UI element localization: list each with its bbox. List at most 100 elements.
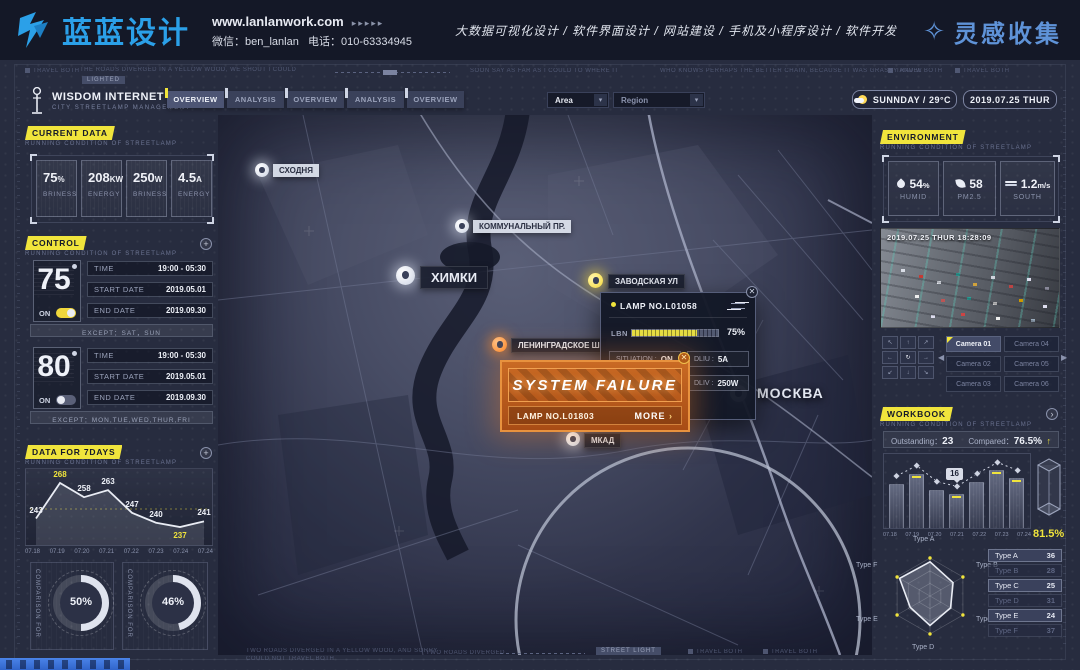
on-label: ON: [39, 309, 50, 318]
sparkle-icon: ✧: [923, 16, 948, 47]
camera-button-3[interactable]: Camera 03: [946, 376, 1001, 392]
type-row-f[interactable]: Type F37: [988, 624, 1062, 637]
stat-energy-a: 4.5AENERGY: [171, 160, 212, 217]
deco-text: COULD NOT TRAVEL BOTH: [246, 656, 334, 662]
pan-down-button[interactable]: ↓: [900, 366, 916, 379]
map-pin-mkad[interactable]: [566, 432, 580, 446]
control-toggle-1[interactable]: [56, 308, 76, 318]
chevron-down-icon[interactable]: ▾: [594, 94, 607, 106]
sliders-icon[interactable]: [731, 302, 745, 310]
pan-right-button[interactable]: →: [918, 351, 934, 364]
chevron-down-icon[interactable]: ▾: [690, 94, 703, 106]
camera-button-6[interactable]: Camera 06: [1004, 376, 1059, 392]
control-row-start-date[interactable]: START DATE2019.05.01: [87, 282, 213, 297]
tab-analysis-2[interactable]: ANALYSIS: [347, 91, 404, 108]
failure-title: SYSTEM FAILURE: [512, 377, 677, 394]
map-label[interactable]: ЗАВОДСКАЯ УЛ: [608, 274, 685, 289]
on-label: ON: [39, 396, 50, 405]
camera-button-1[interactable]: Camera 01: [946, 336, 1001, 352]
map-label[interactable]: СХОДНЯ: [273, 164, 319, 177]
control-row-end-date[interactable]: END DATE2019.09.30: [87, 303, 213, 318]
pan-left-button[interactable]: ←: [882, 351, 898, 364]
lamp-mini-icon: [72, 264, 77, 269]
control-row-end-date[interactable]: END DATE2019.09.30: [87, 390, 213, 405]
lbn-label: LBN: [611, 329, 628, 338]
camera-video-feed[interactable]: 2019.07.25 THUR 18:28:09: [880, 228, 1060, 328]
type-row-a[interactable]: Type A36: [988, 549, 1062, 562]
date-text: 2019.07.25 THUR: [970, 95, 1050, 105]
brightness-value: 75: [34, 263, 74, 297]
right-ruler: [1063, 90, 1066, 645]
type-row-c[interactable]: Type C25: [988, 579, 1062, 592]
deco-text: WHO KNOWS PERHAPS THE BETTER CHAIN, BECA…: [660, 68, 922, 74]
chevron-right-icon[interactable]: ›: [1046, 408, 1058, 420]
city-map[interactable]: СХОДНЯ КОММУНАЛЬНЫЙ ПР. ХИМКИ ЗАВОДСКАЯ …: [218, 115, 872, 655]
map-label[interactable]: МКАД: [584, 433, 621, 448]
map-pin-leningradskoe[interactable]: [492, 337, 507, 352]
contact-block: www.lanlanwork.com▸▸▸▸▸ 微信：ben_lanlan 电话…: [212, 10, 412, 51]
bottom-blue-bar: [0, 658, 130, 670]
map-label[interactable]: КОММУНАЛЬНЫЙ ПР.: [473, 220, 571, 233]
collect-label: 灵感收集: [954, 14, 1062, 49]
deco-slider[interactable]: [335, 72, 450, 73]
camera-button-5[interactable]: Camera 05: [1004, 356, 1059, 372]
map-pin-shodnya[interactable]: [255, 163, 269, 177]
deco-text: SOON SAY AS FAR AS I COULD TO WHERE IT: [470, 68, 619, 74]
weather-text: SUNNDAY / 29°C: [873, 95, 951, 105]
map-label[interactable]: МОСКВА: [751, 383, 830, 403]
next-camera-icon[interactable]: ▶: [1061, 353, 1067, 362]
gauge-label: COMPARISON FOR: [34, 569, 40, 638]
outstanding-value: 23: [942, 436, 953, 447]
close-icon[interactable]: ✕: [678, 352, 690, 364]
trend-up-icon: ↑: [1047, 436, 1052, 446]
panel-subtitle: RUNNING CONDITION OF STREETLAMP: [880, 422, 1032, 428]
pan-up-left-button[interactable]: ↖: [882, 336, 898, 349]
prev-camera-icon[interactable]: ◀: [938, 353, 944, 362]
add-icon[interactable]: +: [200, 447, 212, 459]
map-label[interactable]: ХИМКИ: [420, 266, 488, 289]
streetlamp-icon: [30, 87, 44, 115]
map-pin-zavodskaya[interactable]: [588, 273, 603, 288]
add-icon[interactable]: +: [200, 238, 212, 250]
control-row-time[interactable]: TIME19:00 - 05:30: [87, 261, 213, 276]
camera-button-4[interactable]: Camera 04: [1004, 336, 1059, 352]
panel-label-7days: DATA FOR 7DAYS: [25, 445, 122, 459]
tab-overview-1[interactable]: OVERVIEW: [167, 91, 224, 108]
tab-overview-2[interactable]: OVERVIEW: [287, 91, 344, 108]
pan-up-button[interactable]: ↑: [900, 336, 916, 349]
camera-button-2[interactable]: Camera 02: [946, 356, 1001, 372]
close-icon[interactable]: ✕: [746, 286, 758, 298]
more-button[interactable]: MORE ›: [634, 411, 673, 421]
panel-subtitle: RUNNING CONDITION OF STREETLAMP: [25, 251, 177, 257]
panel-label-control: CONTROL: [25, 236, 87, 250]
pan-down-right-button[interactable]: ↘: [918, 366, 934, 379]
gauge-value: 46%: [145, 596, 201, 608]
region-select[interactable]: Region▾: [613, 92, 705, 108]
workbook-stats-row: Outstanding：23 Compared：76.5% ↑: [883, 431, 1059, 448]
pan-up-right-button[interactable]: ↗: [918, 336, 934, 349]
type-row-e[interactable]: Type E24: [988, 609, 1062, 622]
comparison-gauge-2: COMPARISON FOR 46%: [122, 562, 208, 650]
type-row-b[interactable]: Type B28: [988, 564, 1062, 577]
refresh-icon[interactable]: ↻: [900, 351, 916, 364]
control-toggle-2[interactable]: [56, 395, 76, 405]
tab-overview-3[interactable]: OVERVIEW: [407, 91, 464, 108]
radar-axis-label: Type E: [856, 616, 878, 623]
map-label[interactable]: ЛЕНИНГРАДСКОЕ Ш: [511, 338, 607, 353]
company-logo[interactable]: 蓝蓝设计: [14, 8, 190, 52]
week-value-labels: 243268258263247240237241: [26, 469, 212, 545]
arrows-deco: ▸▸▸▸▸: [352, 18, 385, 28]
workbook-bar-chart: 16: [883, 453, 1031, 529]
type-row-d[interactable]: Type D31: [988, 594, 1062, 607]
left-ruler: [17, 90, 20, 645]
deco-check: TRAVEL BOTH: [888, 68, 943, 74]
collect-link[interactable]: ✧ 灵感收集: [923, 14, 1062, 49]
control-row-time[interactable]: TIME19:00 - 05:30: [87, 348, 213, 363]
pan-down-left-button[interactable]: ↙: [882, 366, 898, 379]
area-select[interactable]: Area▾: [547, 92, 609, 108]
map-pin-kommunalny[interactable]: [455, 219, 469, 233]
website-link[interactable]: www.lanlanwork.com: [212, 14, 344, 29]
tab-analysis-1[interactable]: ANALYSIS: [227, 91, 284, 108]
control-row-start-date[interactable]: START DATE2019.05.01: [87, 369, 213, 384]
map-pin-khimki[interactable]: [396, 266, 415, 285]
